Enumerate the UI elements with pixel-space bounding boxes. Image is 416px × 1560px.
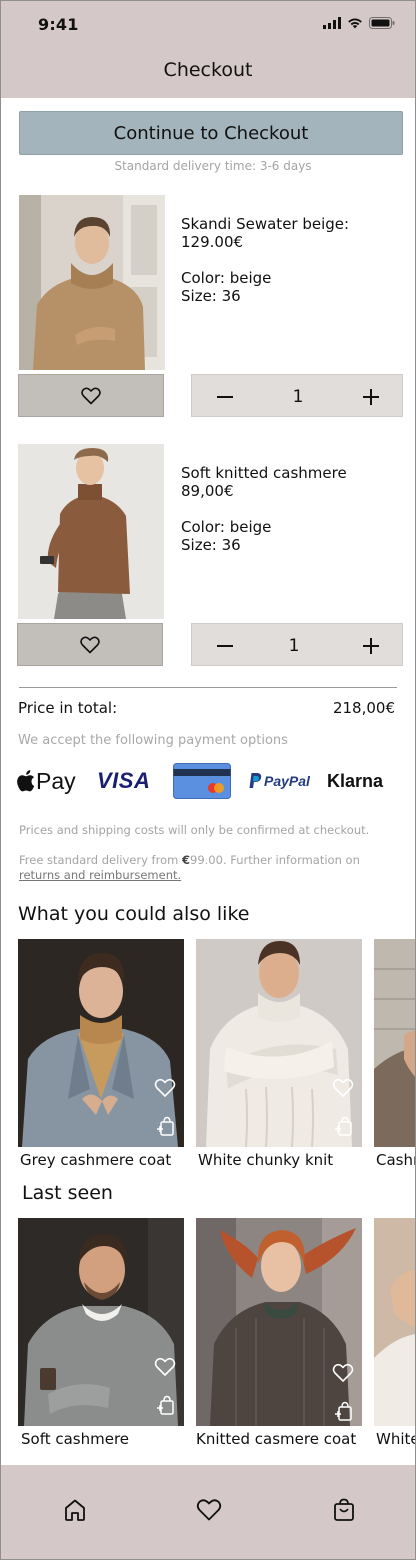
product-name: White chunky knit bbox=[198, 1151, 334, 1169]
returns-link[interactable]: returns and reimbursement. bbox=[19, 868, 181, 882]
cart-item-color: Color: beige bbox=[181, 269, 272, 287]
mastercard-logo bbox=[173, 761, 231, 801]
product-name: White bbox=[376, 1430, 416, 1448]
favorite-button[interactable] bbox=[17, 623, 163, 666]
heart-icon[interactable] bbox=[332, 1077, 354, 1099]
free-delivery-note: Free standard delivery from €99.00. Furt… bbox=[19, 853, 360, 867]
confirm-note: Prices and shipping costs will only be c… bbox=[19, 823, 370, 837]
paypal-icon bbox=[249, 773, 262, 788]
heart-icon[interactable] bbox=[154, 1077, 176, 1099]
product-name: Soft cashmere bbox=[21, 1430, 130, 1448]
last-seen-title: Last seen bbox=[22, 1182, 113, 1204]
heart-icon[interactable] bbox=[154, 1356, 176, 1378]
signal-icon bbox=[323, 17, 341, 29]
bag-icon[interactable] bbox=[331, 1497, 357, 1523]
cart-item-name: Soft knitted cashmere bbox=[181, 464, 347, 482]
cart-item-image[interactable] bbox=[18, 444, 164, 619]
visa-text: VISA bbox=[97, 768, 151, 793]
apple-pay-text: Pay bbox=[36, 767, 76, 794]
apple-icon bbox=[17, 770, 35, 792]
heart-icon bbox=[80, 636, 100, 653]
quantity-stepper: 1 bbox=[191, 623, 403, 666]
wifi-icon bbox=[348, 18, 362, 29]
minus-icon bbox=[217, 644, 233, 647]
cart-item-size: Size: 36 bbox=[181, 536, 241, 554]
delivery-time-note: Standard delivery time: 3-6 days bbox=[114, 159, 312, 173]
increase-quantity-button[interactable] bbox=[346, 624, 396, 667]
free-delivery-prefix: Free standard delivery from bbox=[19, 853, 182, 867]
add-to-bag-icon[interactable] bbox=[332, 1115, 354, 1137]
product-name: Grey cashmere coat bbox=[20, 1151, 172, 1169]
home-icon[interactable] bbox=[62, 1497, 88, 1523]
checkout-screen: 9:41 Checkout Continue to Checkout Stand… bbox=[0, 0, 416, 1560]
total-label: Price in total: bbox=[18, 699, 118, 717]
recommendations-title: What you could also like bbox=[18, 903, 250, 925]
product-photo bbox=[19, 195, 165, 370]
plus-icon bbox=[363, 388, 379, 405]
payment-methods: Pay VISA PayPal Klarna bbox=[17, 761, 402, 801]
visa-logo: VISA bbox=[97, 761, 150, 801]
decrease-quantity-button[interactable] bbox=[200, 375, 250, 418]
continue-to-checkout-button[interactable]: Continue to Checkout bbox=[19, 111, 403, 155]
total-value: 218,00€ bbox=[332, 699, 395, 717]
product-card[interactable]: White bbox=[374, 1218, 416, 1458]
add-to-bag-icon[interactable] bbox=[154, 1115, 176, 1137]
apple-pay-logo: Pay bbox=[17, 761, 76, 801]
heart-icon[interactable] bbox=[332, 1362, 354, 1384]
product-card[interactable]: Cashmere bbox=[374, 939, 415, 1179]
plus-icon bbox=[363, 637, 379, 654]
minus-icon bbox=[217, 395, 233, 398]
product-photo bbox=[196, 1218, 362, 1426]
klarna-text: Klarna bbox=[327, 770, 384, 791]
status-icons bbox=[323, 17, 395, 29]
klarna-logo: Klarna bbox=[327, 761, 383, 801]
cart-item-name: Skandi Sewater beige: bbox=[181, 215, 350, 233]
free-delivery-amount: 99.00 bbox=[190, 853, 223, 867]
payment-options-note: We accept the following payment options bbox=[18, 733, 288, 748]
credit-card-icon bbox=[173, 763, 231, 799]
free-delivery-suffix: . Further information on bbox=[222, 853, 360, 867]
product-name: Knitted casmere coat bbox=[196, 1430, 357, 1448]
top-bar: 9:41 Checkout bbox=[1, 1, 415, 98]
product-image[interactable] bbox=[374, 939, 415, 1147]
paypal-logo: PayPal bbox=[249, 761, 310, 801]
product-photo bbox=[374, 939, 415, 1147]
product-photo bbox=[18, 444, 164, 619]
page-title: Checkout bbox=[163, 59, 253, 81]
product-image[interactable] bbox=[374, 1218, 415, 1426]
cart-item-price: 129.00€ bbox=[181, 233, 244, 251]
paypal-text: PayPal bbox=[264, 773, 310, 789]
free-delivery-currency: € bbox=[181, 853, 190, 867]
product-image[interactable] bbox=[196, 1218, 362, 1426]
bottom-navigation bbox=[1, 1465, 415, 1559]
cart-item-size: Size: 36 bbox=[181, 287, 241, 305]
increase-quantity-button[interactable] bbox=[346, 375, 396, 418]
battery-icon bbox=[369, 17, 395, 29]
add-to-bag-icon[interactable] bbox=[154, 1394, 176, 1416]
cart-item-image[interactable] bbox=[19, 195, 165, 370]
status-time: 9:41 bbox=[38, 15, 79, 34]
heart-icon bbox=[81, 387, 101, 404]
quantity-value: 1 bbox=[292, 386, 304, 407]
decrease-quantity-button[interactable] bbox=[200, 624, 250, 667]
quantity-value: 1 bbox=[288, 635, 300, 656]
product-name: Cashmere bbox=[376, 1151, 415, 1169]
heart-icon[interactable] bbox=[196, 1497, 222, 1523]
add-to-bag-icon[interactable] bbox=[332, 1400, 354, 1422]
cart-item-color: Color: beige bbox=[181, 518, 272, 536]
cart-item-price: 89,00€ bbox=[181, 482, 234, 500]
product-photo bbox=[374, 1218, 415, 1426]
divider bbox=[19, 687, 397, 688]
favorite-button[interactable] bbox=[18, 374, 164, 417]
quantity-stepper: 1 bbox=[191, 374, 403, 417]
